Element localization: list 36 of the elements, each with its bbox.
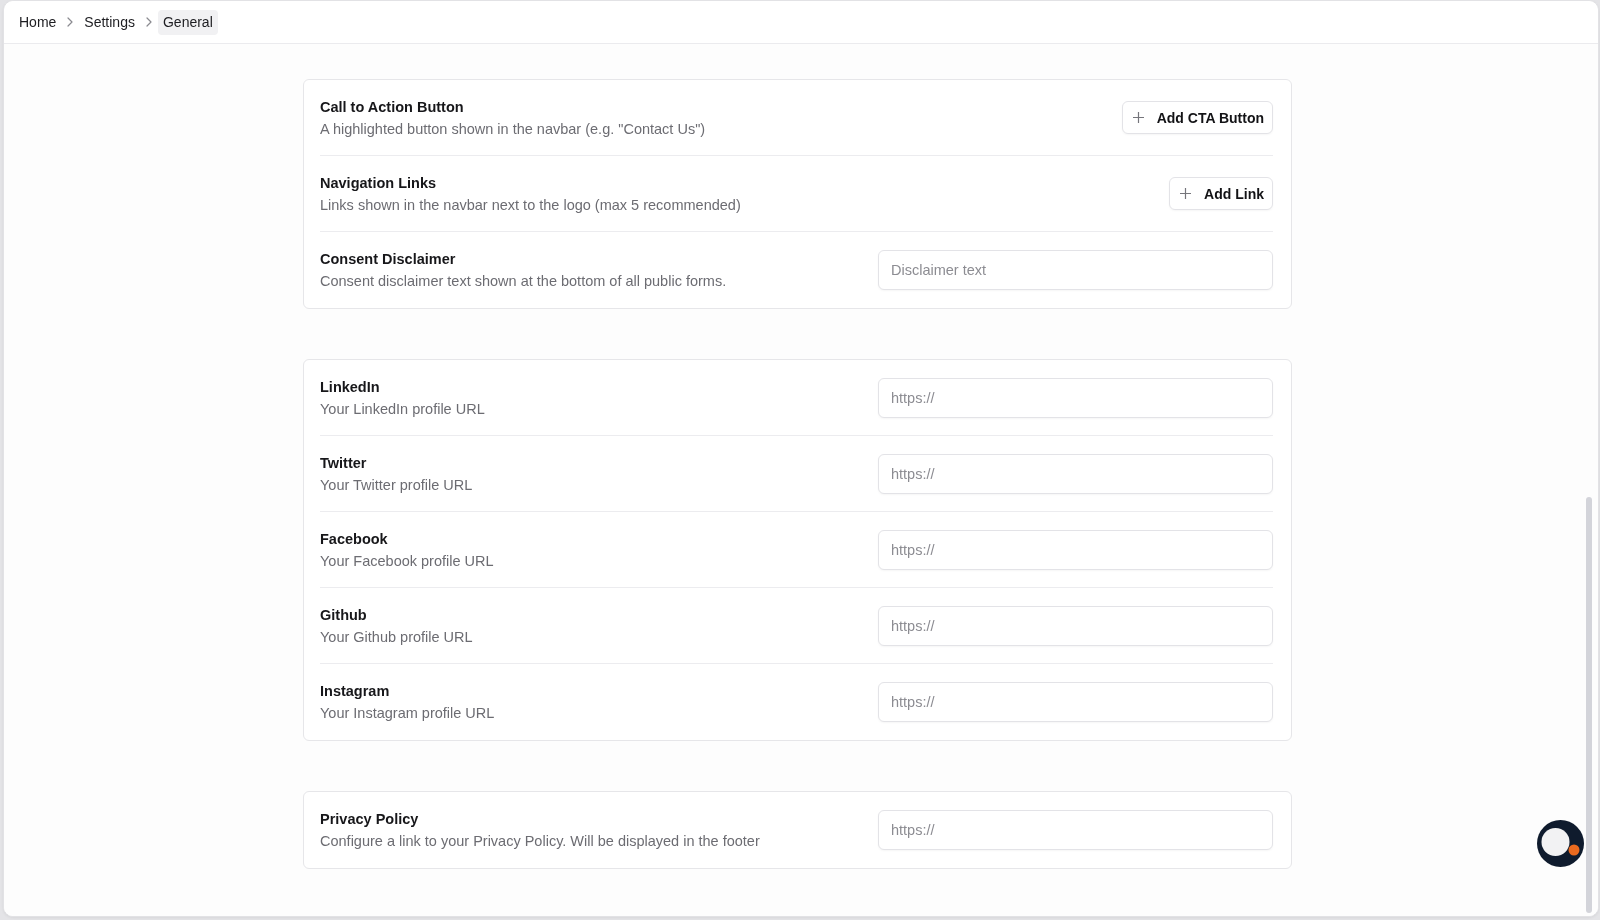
input-field[interactable]: https:// [878, 682, 1273, 722]
input-field[interactable]: https:// [878, 453, 1273, 494]
breadcrumb-item[interactable]: Home [14, 9, 62, 35]
input-field[interactable]: https:// [878, 605, 1273, 646]
setting-title: Twitter [320, 453, 368, 473]
setting-title: Github [320, 605, 368, 625]
setting-title: Privacy Policy [320, 810, 420, 829]
input-field[interactable]: https:// [878, 810, 1273, 850]
plus-icon [1180, 188, 1192, 199]
chevron-right-icon [67, 17, 74, 27]
add-button[interactable]: Add CTA Button [1121, 101, 1273, 134]
input-field[interactable]: https:// [878, 529, 1273, 570]
setting-description: A highlighted button shown in the navbar (e.g. "Contact Us") [320, 119, 707, 139]
scrollbar-thumb[interactable] [1586, 497, 1592, 913]
breadcrumb-item[interactable]: Settings [79, 9, 140, 35]
setting-title: Call to Action Button [320, 97, 465, 117]
chevron-right-icon [145, 17, 152, 27]
setting-description: Your LinkedIn profile URL [320, 399, 486, 419]
plus-icon [1132, 112, 1144, 123]
input-field[interactable]: Disclaimer text [878, 250, 1273, 290]
setting-title: Consent Disclaimer [320, 250, 457, 269]
setting-title: Instagram [320, 682, 391, 701]
setting-title: LinkedIn [320, 377, 381, 397]
setting-description: Links shown in the navbar next to the logo (max 5 recommended) [320, 195, 742, 215]
setting-description: Your Instagram profile URL [320, 704, 496, 723]
setting-description: Your Facebook profile URL [320, 551, 495, 571]
setting-description: Configure a link to your Privacy Policy. Will be displayed in the footer [320, 832, 761, 851]
setting-description: Consent disclaimer text shown at the bottom of all public forms. [320, 272, 728, 291]
setting-title: Facebook [320, 529, 389, 549]
setting-description: Your Twitter profile URL [320, 475, 474, 495]
setting-title: Navigation Links [320, 173, 438, 193]
breadcrumb-item[interactable]: General [157, 9, 218, 35]
add-button[interactable]: Add Link [1169, 177, 1273, 210]
input-field[interactable]: https:// [878, 377, 1273, 418]
chat-launcher-icon[interactable] [1537, 820, 1584, 867]
setting-description: Your Github profile URL [320, 627, 474, 647]
